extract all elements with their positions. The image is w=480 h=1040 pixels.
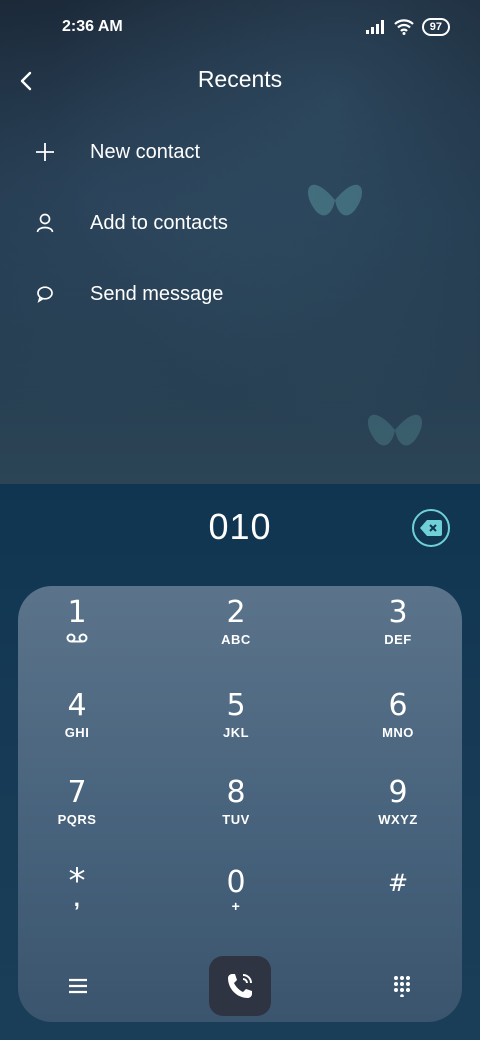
key-digit: 4 [67, 688, 87, 723]
key-digit: 7 [67, 775, 87, 810]
key-digit: 6 [388, 688, 408, 723]
butterfly-decoration [367, 414, 423, 446]
backspace-icon [420, 520, 442, 536]
keypad-toggle-button[interactable] [384, 968, 420, 1004]
phone-icon [228, 974, 252, 998]
key-0[interactable]: 0 + [176, 866, 296, 946]
key-digit: 2 [226, 595, 246, 630]
send-message-label: Send message [90, 282, 224, 305]
page-title: Recents [197, 66, 283, 92]
signal-icon [365, 20, 384, 34]
key-digit: 5 [226, 688, 246, 723]
key-digit: 1 [67, 595, 87, 630]
send-message-item[interactable]: Send message [24, 266, 444, 322]
new-contact-label: New contact [90, 140, 201, 163]
key-digit: 0 [226, 865, 246, 900]
dialed-number: 010 [208, 506, 272, 547]
key-9[interactable]: 9 WXYZ [338, 776, 458, 856]
key-letters: DEF [384, 632, 412, 647]
key-star[interactable]: * , [17, 864, 137, 946]
key-digit: # [387, 869, 409, 897]
hamburger-icon [69, 978, 87, 994]
key-digit: 8 [226, 775, 246, 810]
key-letters: , [73, 886, 81, 911]
key-letters: ABC [221, 632, 251, 647]
key-letters: TUV [222, 812, 250, 827]
add-to-contacts-item[interactable]: Add to contacts [24, 195, 444, 251]
key-4[interactable]: 4 GHI [17, 689, 137, 769]
add-to-contacts-label: Add to contacts [90, 211, 228, 234]
voicemail-icon [66, 633, 88, 643]
wifi-icon [393, 19, 414, 35]
message-icon [24, 274, 66, 314]
key-2[interactable]: 2 ABC [176, 596, 296, 676]
status-bar: 2:36 AM 97 [0, 0, 480, 56]
status-time: 2:36 AM [62, 18, 123, 35]
battery-indicator: 97 [421, 18, 450, 36]
key-letters: PQRS [57, 812, 97, 827]
key-letters: JKL [222, 725, 250, 740]
plus-icon [24, 132, 66, 172]
key-letters: GHI [64, 725, 90, 740]
key-1[interactable]: 1 [17, 596, 137, 676]
key-digit: 9 [388, 775, 408, 810]
backspace-button[interactable] [412, 509, 450, 547]
dialpad-icon [394, 976, 410, 997]
key-letters: + [231, 898, 241, 914]
key-digit: 3 [388, 595, 408, 630]
status-icons: 97 [365, 18, 450, 36]
key-letters: MNO [382, 725, 414, 740]
key-6[interactable]: 6 MNO [338, 689, 458, 769]
key-8[interactable]: 8 TUV [176, 776, 296, 856]
person-icon [24, 203, 66, 243]
key-3[interactable]: 3 DEF [338, 596, 458, 676]
new-contact-item[interactable]: New contact [24, 124, 444, 180]
key-letters: WXYZ [378, 812, 418, 827]
menu-button[interactable] [60, 968, 96, 1004]
key-7[interactable]: 7 PQRS [17, 776, 137, 856]
key-hash[interactable]: # [338, 866, 458, 946]
call-button[interactable] [209, 956, 271, 1016]
key-5[interactable]: 5 JKL [176, 689, 296, 769]
